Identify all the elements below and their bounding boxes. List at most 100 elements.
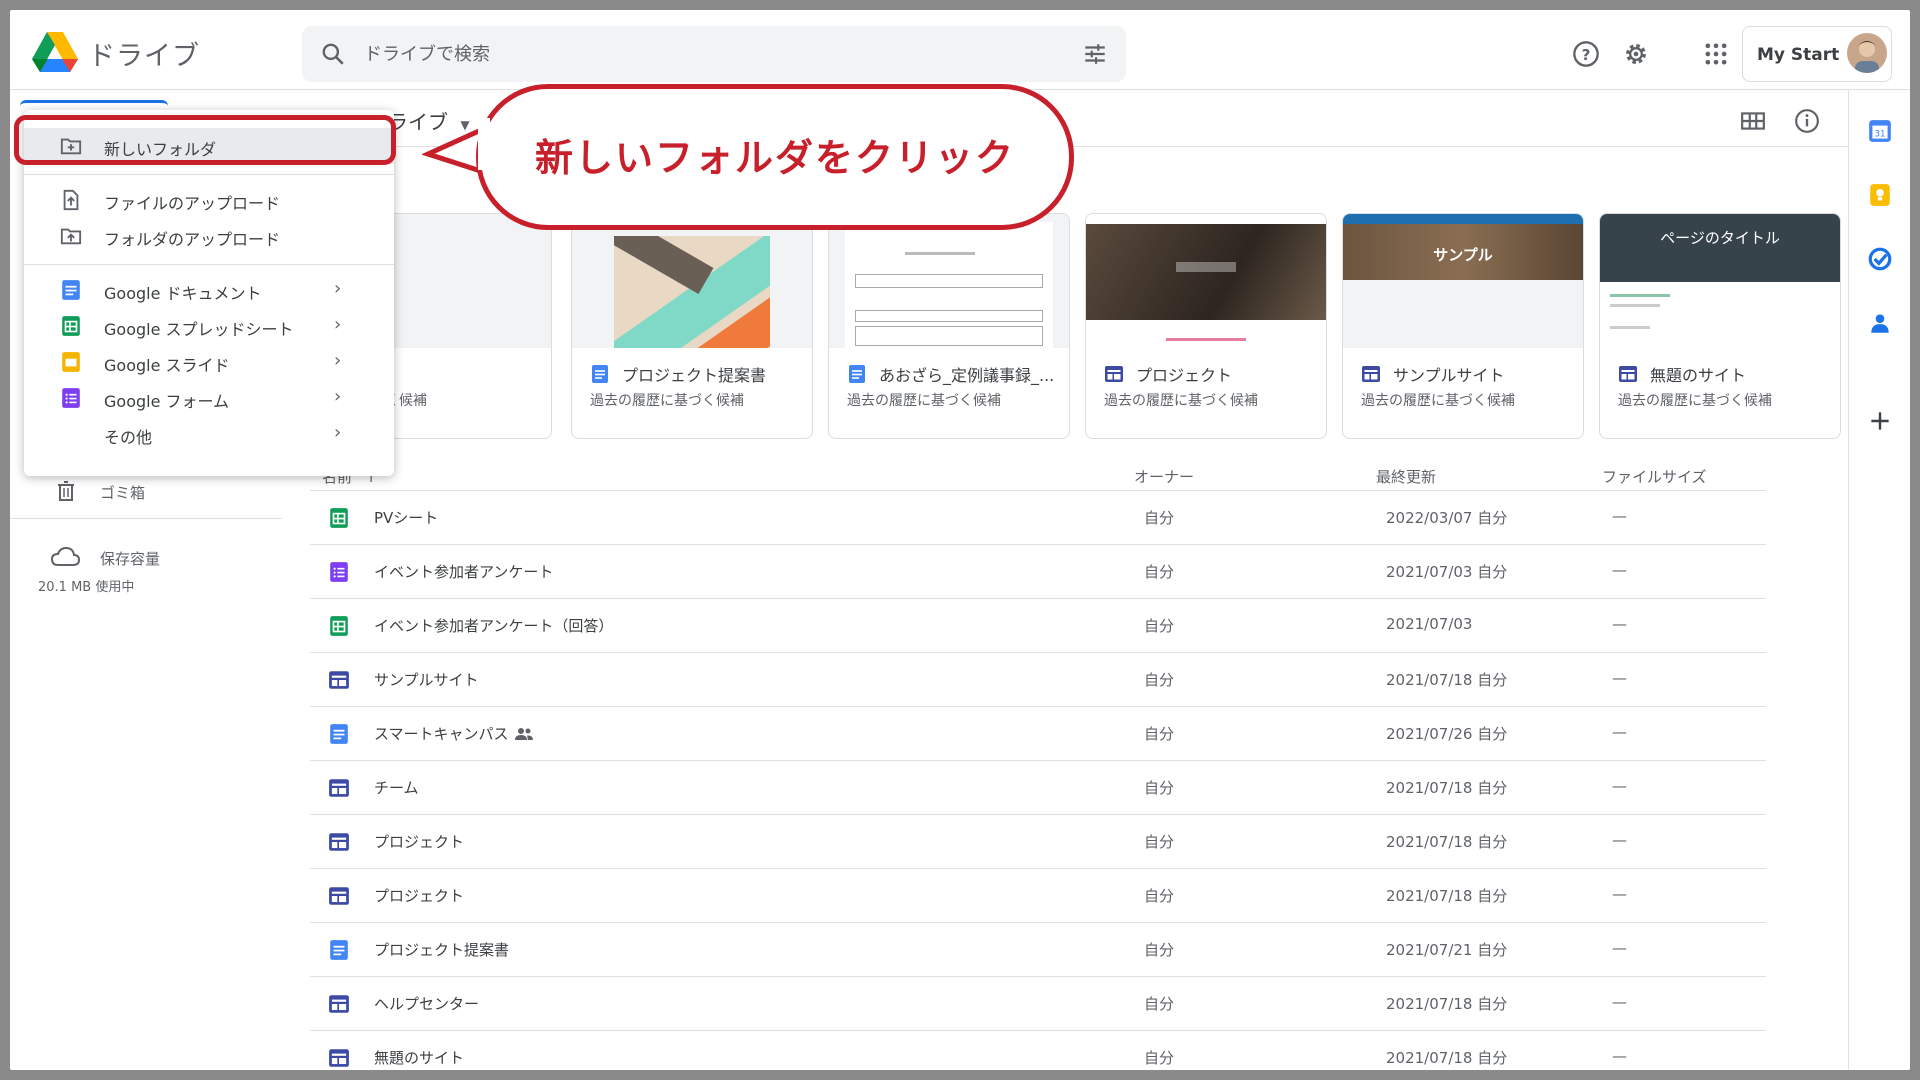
callout-text: 新しいフォルダをクリック <box>534 136 1015 180</box>
chevron-right-icon: › <box>334 386 342 407</box>
chevron-right-icon: › <box>334 314 342 335</box>
file-name: プロジェクト <box>374 887 465 905</box>
file-name: イベント参加者アンケート（回答） <box>374 617 614 635</box>
file-modified: 2021/07/18 自分 <box>1386 779 1508 797</box>
file-size: — <box>1612 615 1627 633</box>
suggested-card[interactable]: プロジェクト提案書 過去の履歴に基づく候補 <box>571 213 813 439</box>
cloud-icon <box>50 546 80 566</box>
file-modified: 2022/03/07 自分 <box>1386 509 1508 527</box>
file-name: サンプルサイト <box>374 671 479 689</box>
account-switcher[interactable]: My Start <box>1742 26 1892 82</box>
file-name: イベント参加者アンケート <box>374 563 554 581</box>
keep-icon[interactable] <box>1867 182 1893 208</box>
card-thumbnail <box>829 214 1069 348</box>
apps-grid-icon[interactable] <box>1702 40 1730 68</box>
search-bar[interactable] <box>302 26 1126 82</box>
table-row[interactable]: 無題のサイト 自分 2021/07/18 自分 — <box>310 1031 1766 1070</box>
menu-item-more[interactable]: その他 › <box>24 416 394 452</box>
file-owner: 自分 <box>1144 1049 1175 1067</box>
file-size: — <box>1612 669 1627 687</box>
file-upload-icon <box>63 189 79 211</box>
menu-divider <box>24 174 394 175</box>
card-thumbnail-title: サンプル <box>1433 246 1493 264</box>
add-addon-icon[interactable] <box>1867 408 1893 434</box>
search-icon[interactable] <box>320 41 346 67</box>
sites-icon <box>329 887 349 905</box>
docs-icon <box>330 940 348 960</box>
sites-icon <box>329 995 349 1013</box>
table-row[interactable]: PVシート 自分 2022/03/07 自分 — <box>310 491 1766 545</box>
drive-logo-icon[interactable] <box>32 32 78 72</box>
storage-usage-text: 20.1 MB 使用中 <box>38 580 135 595</box>
nav-divider <box>10 518 282 519</box>
suggested-card[interactable]: あおざら_定例議事録_... 過去の履歴に基づく候補 <box>828 213 1070 439</box>
table-row[interactable]: イベント参加者アンケート（回答） 自分 2021/07/03 — <box>310 599 1766 653</box>
file-name: スマートキャンパス <box>374 725 509 743</box>
avatar[interactable] <box>1847 33 1887 73</box>
sites-icon <box>329 779 349 797</box>
column-header-owner[interactable]: オーナー <box>1134 466 1194 487</box>
docs-icon <box>592 365 608 383</box>
card-subtitle: 過去の履歴に基づく候補 <box>1618 393 1772 409</box>
new-folder-highlight <box>14 115 396 165</box>
grid-view-icon[interactable] <box>1740 108 1766 134</box>
nav-item-label: 保存容量 <box>100 550 161 568</box>
sites-icon <box>329 671 349 689</box>
sites-icon <box>1362 366 1380 382</box>
file-size: — <box>1612 831 1627 849</box>
file-size: — <box>1612 561 1627 579</box>
menu-item-label: Google スライド <box>104 356 230 375</box>
table-row[interactable]: ヘルプセンター 自分 2021/07/18 自分 — <box>310 977 1766 1031</box>
file-size: — <box>1612 777 1627 795</box>
tasks-icon[interactable] <box>1867 246 1893 272</box>
chevron-right-icon: › <box>334 422 342 443</box>
instruction-callout: 新しいフォルダをクリック <box>476 84 1074 230</box>
settings-gear-icon[interactable] <box>1622 40 1650 68</box>
file-size: — <box>1612 939 1627 957</box>
card-subtitle: 過去の履歴に基づく候補 <box>590 393 744 409</box>
menu-item-file-upload[interactable]: ファイルのアップロード <box>24 182 394 218</box>
search-input[interactable] <box>364 36 1024 72</box>
file-size: — <box>1612 507 1627 525</box>
table-row[interactable]: イベント参加者アンケート 自分 2021/07/03 自分 — <box>310 545 1766 599</box>
suggested-card[interactable]: サンプル サンプルサイト 過去の履歴に基づく候補 <box>1342 213 1584 439</box>
card-thumbnail: サンプル <box>1343 214 1583 348</box>
menu-item-google-sheets[interactable]: Google スプレッドシート › <box>24 308 394 344</box>
file-size: — <box>1612 885 1627 903</box>
menu-item-folder-upload[interactable]: フォルダのアップロード <box>24 218 394 254</box>
file-owner: 自分 <box>1144 995 1175 1013</box>
contacts-icon[interactable] <box>1867 310 1893 336</box>
table-row[interactable]: スマートキャンパス 自分 2021/07/26 自分 — <box>310 707 1766 761</box>
sites-icon <box>1619 366 1637 382</box>
card-subtitle: 過去の履歴に基づく候補 <box>1104 393 1258 409</box>
sites-icon <box>329 1049 349 1067</box>
table-row[interactable]: サンプルサイト 自分 2021/07/18 自分 — <box>310 653 1766 707</box>
file-name: 無題のサイト <box>374 1049 465 1067</box>
help-icon[interactable]: ? <box>1572 40 1600 68</box>
file-size: — <box>1612 993 1627 1011</box>
table-row[interactable]: チーム 自分 2021/07/18 自分 — <box>310 761 1766 815</box>
table-row[interactable]: プロジェクト 自分 2021/07/18 自分 — <box>310 815 1766 869</box>
new-button[interactable] <box>20 100 168 108</box>
suggested-card[interactable]: ページのタイトル 無題のサイト 過去の履歴に基づく候補 <box>1599 213 1841 439</box>
table-row[interactable]: プロジェクト提案書 自分 2021/07/21 自分 — <box>310 923 1766 977</box>
table-row[interactable]: プロジェクト 自分 2021/07/18 自分 — <box>310 869 1766 923</box>
file-modified: 2021/07/18 自分 <box>1386 833 1508 851</box>
app-title[interactable]: ドライブ <box>88 34 200 73</box>
column-header-modified[interactable]: 最終更新 <box>1376 466 1436 487</box>
menu-item-google-docs[interactable]: Google ドキュメント › <box>24 272 394 308</box>
search-options-icon[interactable] <box>1082 41 1108 67</box>
menu-item-label: ファイルのアップロード <box>104 194 281 213</box>
column-header-size[interactable]: ファイルサイズ <box>1602 466 1707 487</box>
calendar-icon[interactable]: 31 <box>1867 118 1893 144</box>
menu-item-google-slides[interactable]: Google スライド › <box>24 344 394 380</box>
sheets-icon <box>62 316 80 336</box>
info-icon[interactable] <box>1794 108 1820 134</box>
menu-item-google-forms[interactable]: Google フォーム › <box>24 380 394 416</box>
menu-item-label: Google ドキュメント <box>104 284 262 303</box>
forms-icon <box>62 388 80 408</box>
account-label: My Start <box>1757 45 1840 65</box>
docs-icon <box>62 280 80 300</box>
file-owner: 自分 <box>1144 617 1175 635</box>
suggested-card[interactable]: プロジェクト 過去の履歴に基づく候補 <box>1085 213 1327 439</box>
